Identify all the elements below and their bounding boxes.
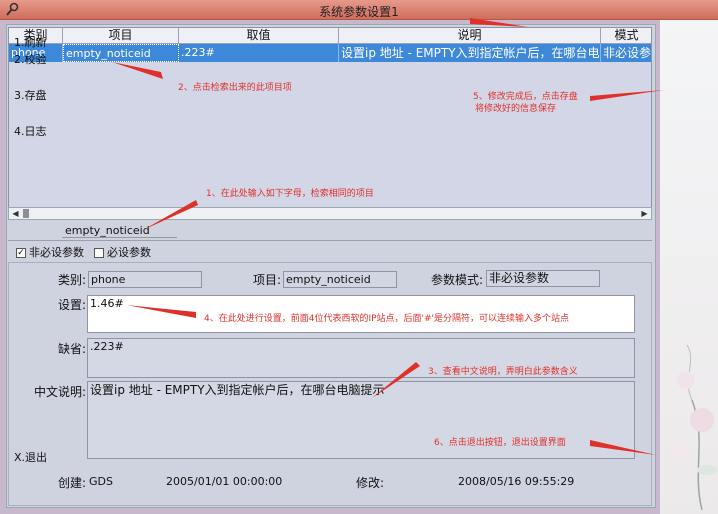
log-button[interactable]: 4.日志 — [14, 123, 47, 139]
annotation-6: 6、点击退出按钮，退出设置界面 — [434, 438, 566, 448]
description-label: 中文说明: — [34, 385, 87, 399]
title-bar: 系统参数设置1 — [0, 0, 718, 20]
table-cell-item[interactable]: empty_noticeid — [63, 44, 179, 62]
scroll-left-icon[interactable]: ◀ — [9, 208, 22, 219]
created-label: 创建: — [58, 476, 87, 490]
flower-decoration-icon — [674, 344, 717, 510]
scroll-right-icon[interactable]: ▶ — [638, 208, 651, 219]
search-input[interactable]: empty_noticeid — [62, 224, 177, 238]
checkbox-checked-icon[interactable]: ✓ — [16, 248, 26, 258]
non-required-label: 非必设参数 — [29, 246, 84, 259]
category-label: 类别: — [58, 273, 87, 287]
mode-label: 参数模式: — [431, 273, 484, 287]
annotation-3: 3、查看中文说明，弄明白此参数含义 — [428, 367, 578, 377]
divider — [8, 240, 652, 241]
table-cell-description[interactable]: 设置ip 地址 - EMPTY入到指定帐户后，在哪台电脑提 — [339, 44, 601, 62]
save-button[interactable]: 3.存盘 — [14, 87, 47, 103]
table-cell-mode[interactable]: 非必设参 — [601, 44, 651, 62]
created-by: GDS — [89, 475, 113, 488]
category-field[interactable]: phone — [88, 271, 202, 288]
required-label: 必设参数 — [107, 246, 151, 259]
column-header-description[interactable]: 说明 — [339, 28, 601, 44]
non-required-filter[interactable]: ✓ 非必设参数 — [16, 246, 84, 260]
verify-button[interactable]: 2.校验 — [14, 51, 47, 67]
mode-field[interactable]: 非必设参数 — [486, 270, 600, 287]
table-cell-value[interactable]: .223# — [179, 44, 339, 62]
modified-label: 修改: — [356, 476, 385, 490]
checkbox-unchecked-icon[interactable] — [94, 248, 104, 258]
item-label: 项目: — [253, 273, 282, 287]
required-filter[interactable]: 必设参数 — [94, 246, 151, 260]
item-field[interactable]: empty_noticeid — [283, 271, 397, 288]
modified-time: 2008/05/16 09:55:29 — [458, 475, 575, 488]
created-time: 2005/01/01 00:00:00 — [166, 475, 283, 488]
column-header-value[interactable]: 取值 — [179, 28, 339, 44]
annotation-5-line2: 将修改好的信息保存 — [475, 104, 557, 114]
exit-button[interactable]: X.退出 — [14, 449, 47, 465]
annotation-4: 4、在此处进行设置，前面4位代表西软的IP站点，后面'#'是分隔符，可以连续输入… — [204, 314, 570, 324]
annotation-2: 2、点击检索出来的此项目项 — [178, 83, 292, 93]
horizontal-scrollbar[interactable]: ◀ ▶ — [8, 207, 652, 220]
setting-label: 设置: — [58, 298, 87, 312]
annotation-1: 1、在此处输入如下字母，检索相同的项目 — [206, 189, 374, 199]
refresh-button[interactable]: 1.刷新 — [14, 34, 47, 50]
column-header-item[interactable]: 项目 — [63, 28, 179, 44]
default-label: 缺省: — [58, 342, 87, 356]
column-header-mode[interactable]: 模式 — [601, 28, 651, 44]
window-title: 系统参数设置1 — [319, 5, 399, 19]
scroll-thumb[interactable] — [23, 209, 29, 218]
